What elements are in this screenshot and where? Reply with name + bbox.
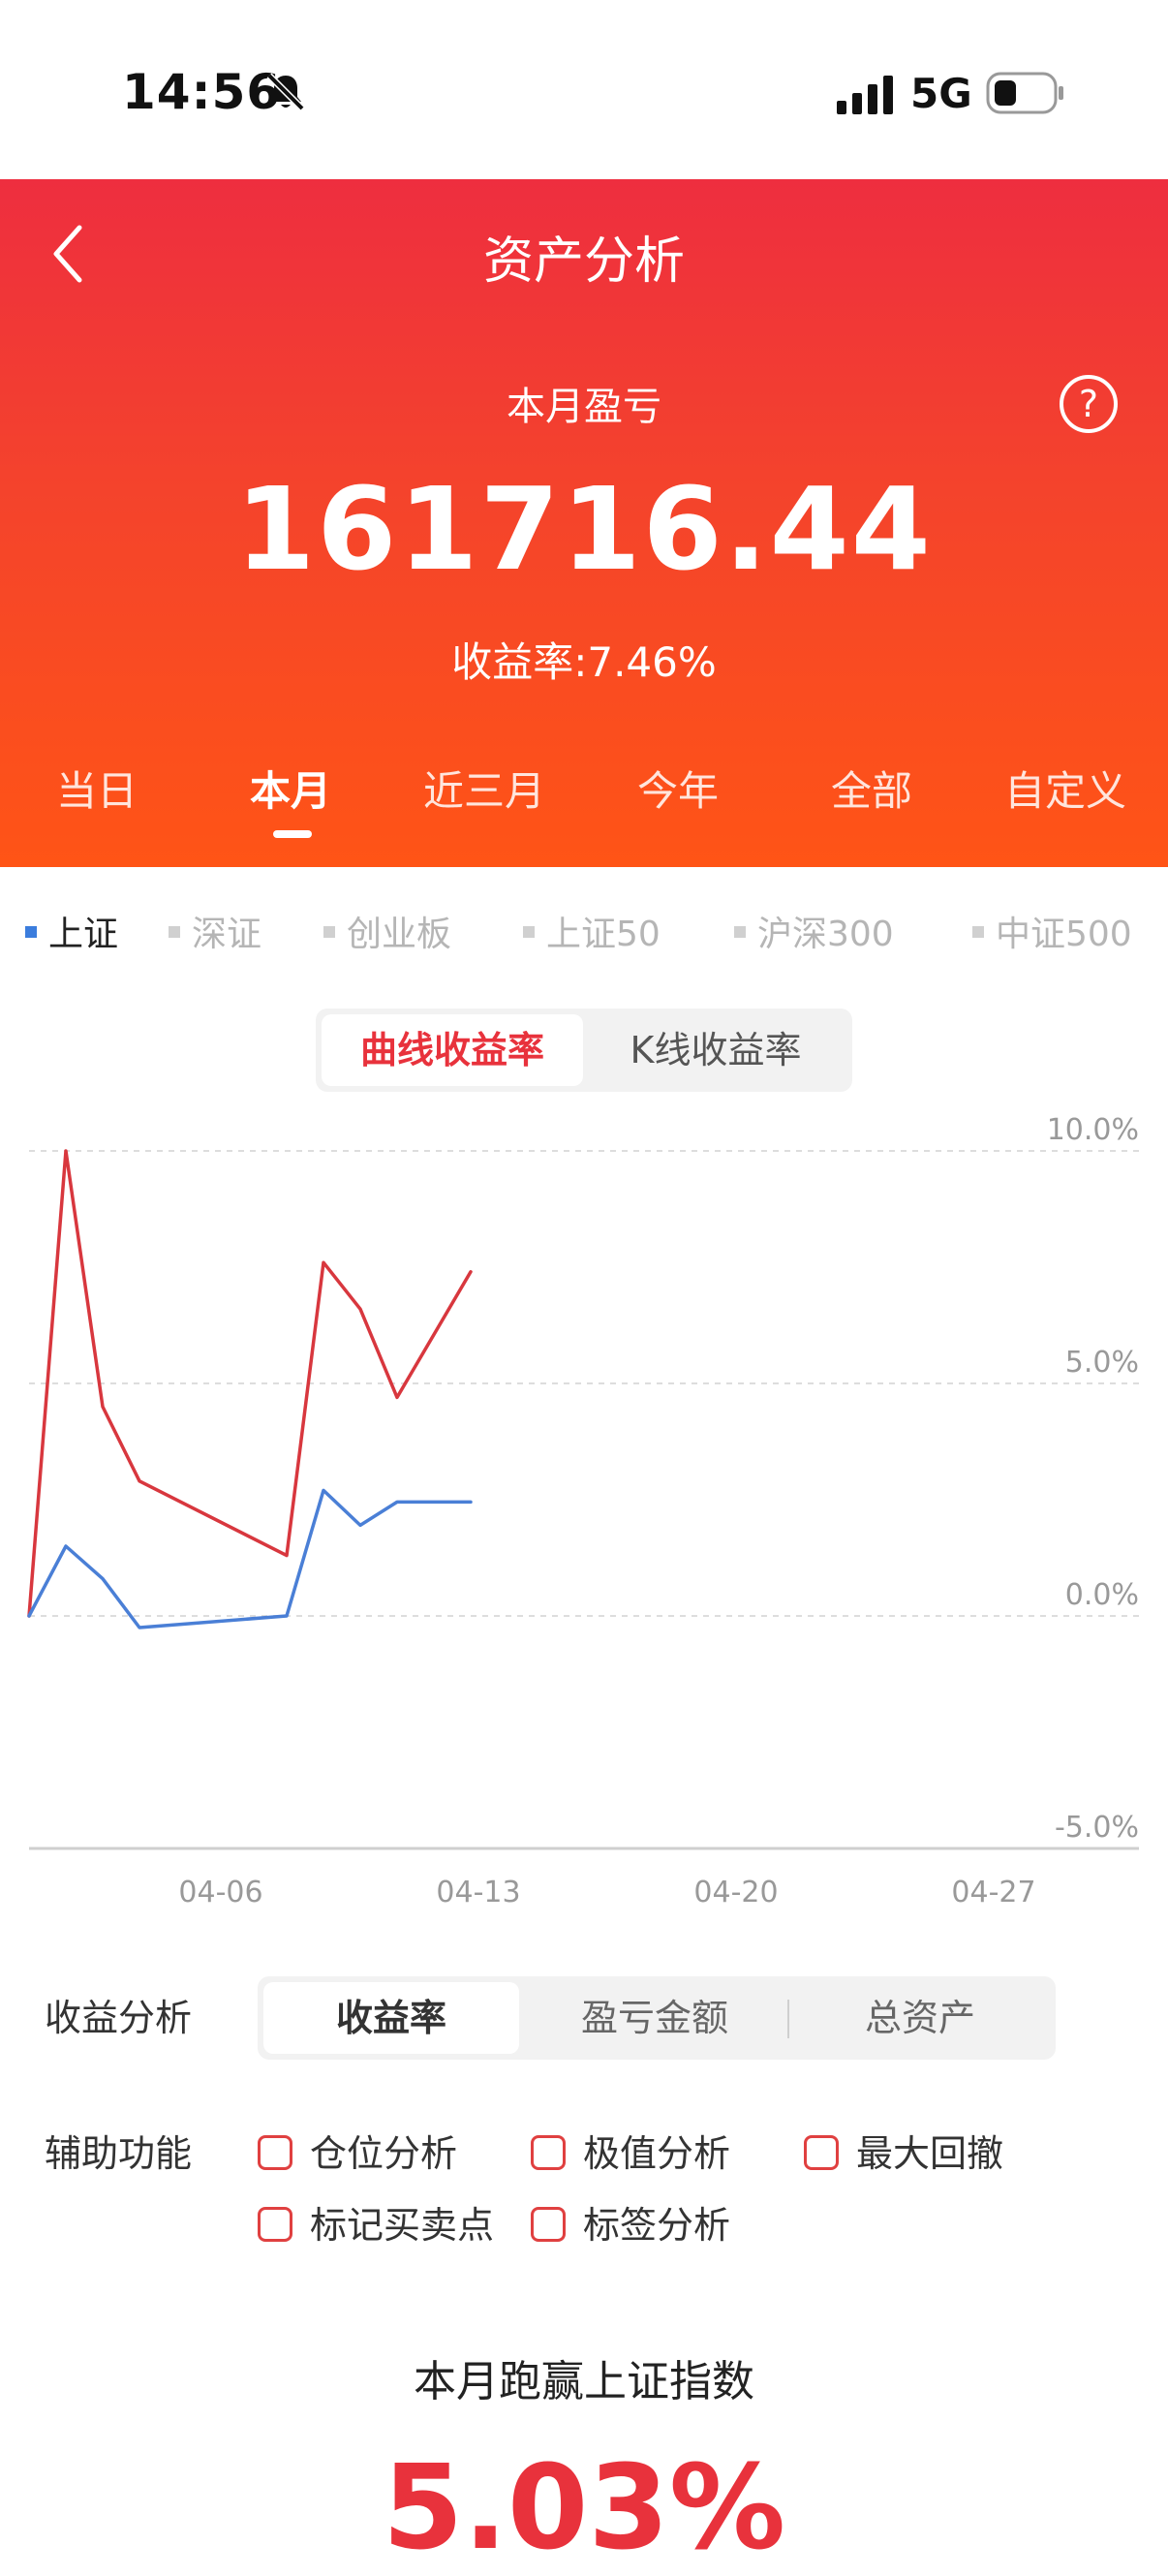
asset-header: 资产分析 本月盈亏 ? 161716.44 收益率:7.46% 当日 本月 近三… <box>0 179 1168 867</box>
index-marker <box>734 926 746 938</box>
index-selector: 上证 深证 创业板 上证50 沪深300 中证500 <box>0 906 1168 954</box>
chart-mode-toggle: 曲线收益率 K线收益率 <box>316 1009 852 1092</box>
metric-selector: 收益率 盈亏金额 总资产 <box>258 1976 1056 2060</box>
svg-text:?: ? <box>1079 383 1098 425</box>
status-time: 14:56 <box>122 64 282 120</box>
checkbox[interactable] <box>531 2134 566 2170</box>
y-tick-label: 0.0% <box>1065 1578 1139 1612</box>
checkbox[interactable] <box>258 2206 292 2242</box>
profit-amount: 161716.44 <box>235 462 933 596</box>
series-line-index <box>27 1488 473 1629</box>
yield-chart: 10.0% 5.0% 0.0% -5.0% 04-06 04-13 04-20 04-27 <box>27 1113 1139 1909</box>
index-sh50[interactable]: 上证50 <box>523 906 661 956</box>
index-hs300[interactable]: 沪深300 <box>734 906 894 956</box>
index-marker <box>25 926 37 938</box>
bell-muted-icon <box>266 73 305 111</box>
checkbox[interactable] <box>531 2206 566 2242</box>
aux-tag-analysis[interactable]: 标签分析 <box>531 2195 730 2247</box>
aux-position-analysis[interactable]: 仓位分析 <box>258 2124 457 2175</box>
index-sz[interactable]: 深证 <box>169 906 261 956</box>
y-tick-label: 5.0% <box>1065 1346 1139 1380</box>
page-title: 资产分析 <box>482 233 685 291</box>
index-gem[interactable]: 创业板 <box>323 906 451 956</box>
index-marker <box>169 926 180 938</box>
tab-custom[interactable]: 自定义 <box>968 759 1162 818</box>
signal-icon <box>837 76 893 114</box>
x-tick-label: 04-20 <box>693 1876 778 1909</box>
active-tab-indicator <box>273 830 312 838</box>
checkbox[interactable] <box>258 2134 292 2170</box>
aux-max-drawdown[interactable]: 最大回撤 <box>804 2124 1003 2175</box>
tab-this-month[interactable]: 本月 <box>194 759 387 818</box>
tab-all[interactable]: 全部 <box>775 759 968 818</box>
metric-yield-button[interactable]: 收益率 <box>263 1982 519 2054</box>
index-marker <box>323 926 335 938</box>
tab-this-year[interactable]: 今年 <box>581 759 775 818</box>
segment-divider <box>787 2000 789 2038</box>
index-marker <box>972 926 984 938</box>
tab-today[interactable]: 当日 <box>0 759 194 818</box>
checkbox[interactable] <box>804 2134 839 2170</box>
period-tabs: 当日 本月 近三月 今年 全部 自定义 <box>0 759 1168 846</box>
analysis-label: 收益分析 <box>45 1997 193 2039</box>
x-tick-label: 04-13 <box>436 1876 520 1909</box>
beat-index-label: 本月跑赢上证指数 <box>414 2357 754 2406</box>
line-yield-button[interactable]: 曲线收益率 <box>322 1014 583 1086</box>
aux-mark-trades[interactable]: 标记买卖点 <box>258 2195 494 2247</box>
yield-rate: 收益率:7.46% <box>451 638 717 686</box>
network-label: 5G <box>910 70 972 117</box>
beat-index-value: 5.03% <box>382 2441 786 2576</box>
index-sh[interactable]: 上证 <box>25 906 118 956</box>
status-bar: 14:56 5G <box>0 0 1168 179</box>
help-icon[interactable]: ? <box>1058 373 1120 435</box>
battery-icon <box>986 72 1063 114</box>
kline-yield-button[interactable]: K线收益率 <box>585 1014 846 1086</box>
aux-extreme-analysis[interactable]: 极值分析 <box>531 2124 730 2175</box>
x-tick-label: 04-06 <box>178 1876 262 1909</box>
x-tick-label: 04-27 <box>951 1876 1035 1909</box>
summary-label: 本月盈亏 <box>507 385 661 429</box>
index-marker <box>523 926 535 938</box>
index-zz500[interactable]: 中证500 <box>972 906 1132 956</box>
y-tick-label: -5.0% <box>1055 1811 1139 1845</box>
metric-pnl-button[interactable]: 盈亏金额 <box>527 1982 783 2054</box>
metric-total-assets-button[interactable]: 总资产 <box>792 1982 1048 2054</box>
tab-three-months[interactable]: 近三月 <box>387 759 581 818</box>
y-tick-label: 10.0% <box>1047 1113 1139 1147</box>
aux-label: 辅助功能 <box>45 2132 193 2175</box>
